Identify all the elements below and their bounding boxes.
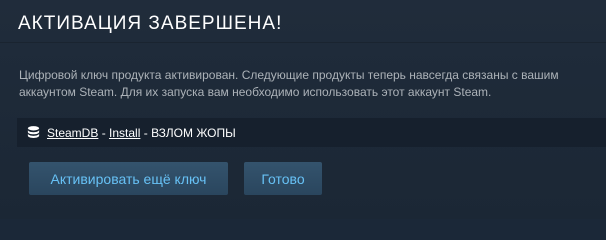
activation-complete-dialog: АКТИВАЦИЯ ЗАВЕРШЕНА! Цифровой ключ проду…	[0, 0, 606, 219]
package-name: ВЗЛОМ ЖОПЫ	[151, 125, 236, 140]
activated-product-row: SteamDB - Install - ВЗЛОМ ЖОПЫ	[17, 118, 606, 147]
database-icon	[25, 124, 42, 141]
product-separator: -	[140, 125, 152, 140]
done-button[interactable]: Готово	[244, 162, 322, 195]
product-link-steamdb[interactable]: SteamDB	[47, 126, 98, 140]
activation-description: Цифровой ключ продукта активирован. След…	[19, 68, 559, 99]
dialog-title: АКТИВАЦИЯ ЗАВЕРШЕНА!	[18, 13, 283, 34]
install-link[interactable]: Install	[109, 126, 140, 140]
activate-another-key-button[interactable]: Активировать ещё ключ	[29, 162, 228, 195]
header-divider	[0, 42, 606, 43]
product-separator: -	[98, 125, 110, 140]
